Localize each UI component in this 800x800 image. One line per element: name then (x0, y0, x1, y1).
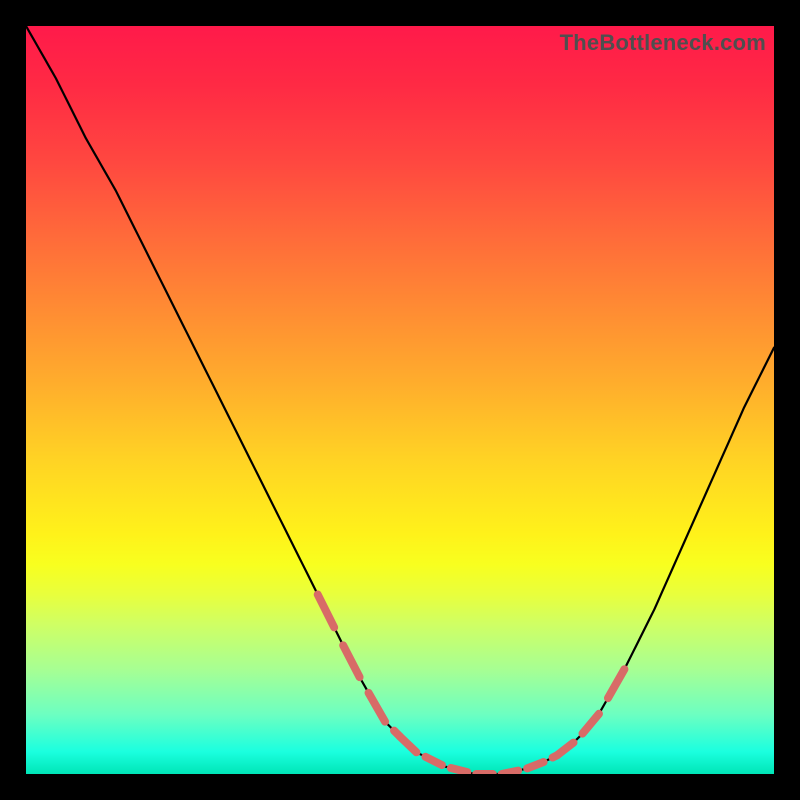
curve-layer (26, 26, 774, 774)
chart-frame: TheBottleneck.com (0, 0, 800, 800)
watermark-text: TheBottleneck.com (560, 30, 766, 56)
highlight-dashes (318, 594, 625, 774)
bottleneck-curve (26, 26, 774, 774)
plot-area: TheBottleneck.com (26, 26, 774, 774)
